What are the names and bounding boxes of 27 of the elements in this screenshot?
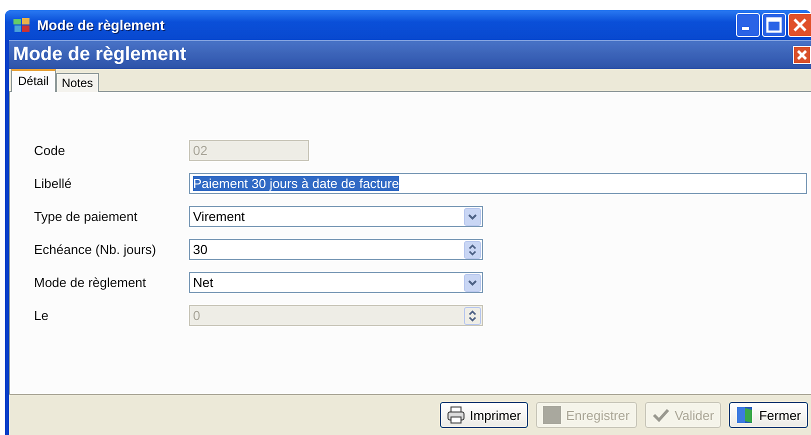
spin-field[interactable]: 30 [189,239,483,260]
spinner-arrows-icon[interactable] [464,240,481,258]
square-icon [543,406,562,424]
window-title: Mode de règlement [37,17,166,33]
input-field[interactable]: Paiement 30 jours à date de facture [189,173,807,194]
close-button[interactable] [788,13,811,37]
field-label: Code [34,143,66,158]
field-label: Libellé [34,176,73,191]
field-label: Le [34,308,50,323]
field-label: Type de paiement [34,209,138,224]
dropdown[interactable]: Virement [189,206,483,227]
tab[interactable]: Détail [11,69,56,92]
button[interactable]: Fermer [729,402,808,428]
door-icon [736,406,754,424]
printer-icon [446,406,465,424]
field-label: Echéance (Nb. jours) [34,242,158,257]
checkmark-icon [652,406,670,424]
button[interactable]: Imprimer [440,402,528,428]
close-button[interactable] [793,46,811,64]
maximize-button[interactable] [762,13,786,37]
app-icon [13,18,31,32]
minimize-button[interactable] [736,13,760,37]
dropdown[interactable]: Net [189,272,483,293]
field-label: Mode de règlement [34,275,148,290]
minimize-icon [742,27,749,30]
tab[interactable]: Notes [56,73,100,92]
form-title: Mode de règlement [13,44,188,66]
